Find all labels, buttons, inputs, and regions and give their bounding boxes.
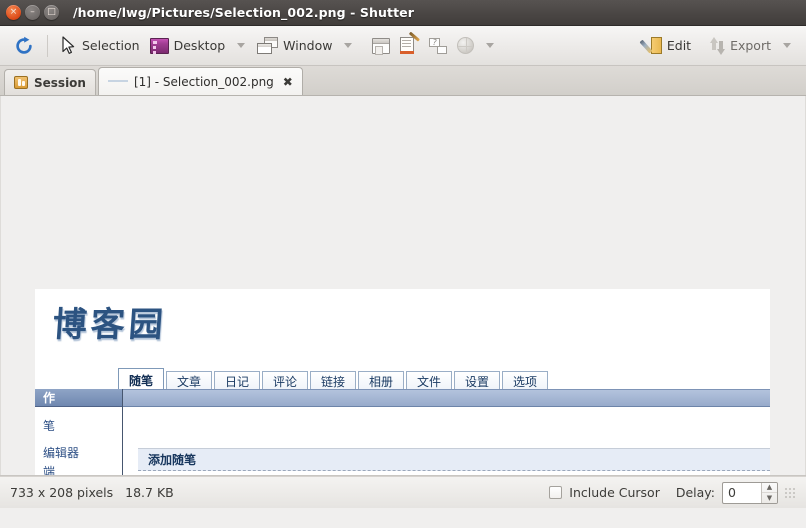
window-dropdown-arrow-icon[interactable] [344,43,353,48]
main-toolbar: Selection Desktop Window ? Edit Export [0,26,806,66]
site-tab-riji[interactable]: 日记 [214,371,260,391]
site-tab-lianjie[interactable]: 链接 [310,371,356,391]
desktop-capture-button[interactable]: Desktop [145,31,231,61]
tooltip-capture-button[interactable]: ? [424,31,452,61]
add-post-panel-title: 添加随笔 [138,449,770,471]
delay-value[interactable]: 0 [723,483,761,503]
tab-session[interactable]: Session [4,69,96,95]
selection-mode-label: Selection [82,38,140,53]
sidebar-item-duan[interactable]: 端 [35,463,122,475]
image-dimensions: 733 x 208 pixels [10,485,114,500]
tab-file-label: [1] - Selection_002.png [133,74,274,89]
image-thumbnail-icon [107,76,128,87]
delay-spinner[interactable]: 0 ▲ ▼ [722,481,778,504]
site-tab-wenzhang[interactable]: 文章 [166,371,212,391]
export-arrows-icon [709,36,726,55]
cursor-arrow-icon [60,36,77,55]
site-header-bar [35,389,770,407]
web-url-capture-button[interactable] [452,31,479,61]
cnblogs-logo: 博客园 [51,305,169,345]
window-controls: × – □ [0,5,59,20]
status-bar: 733 x 208 pixels 18.7 KB Include Cursor … [0,476,806,508]
delay-decrement-icon[interactable]: ▼ [762,493,777,503]
delay-label: Delay: [675,485,715,500]
resize-grip[interactable] [784,486,796,499]
refresh-button[interactable] [8,31,40,61]
include-cursor-checkbox[interactable] [549,486,563,499]
maximize-icon: □ [47,7,56,17]
web-capture-button[interactable] [367,31,395,61]
export-button[interactable]: Export [704,31,776,61]
tab-strip: Session [1] - Selection_002.png ✖ [0,66,806,96]
site-sidebar: 作 笔 编辑器 端 [35,389,123,475]
stacked-windows-icon [257,37,279,54]
desktop-monitor-icon [149,37,169,54]
desktop-dropdown-arrow-icon[interactable] [237,43,246,48]
globe-icon [457,37,475,54]
site-tab-shezhi[interactable]: 设置 [454,371,500,391]
image-canvas[interactable]: 博客园 随笔 文章 日记 评论 链接 相册 文件 设置 选项 作 笔 编辑器 端… [0,96,806,476]
site-tab-wenjian[interactable]: 文件 [406,371,452,391]
site-tab-pinglun[interactable]: 评论 [262,371,308,391]
site-tab-xiangce[interactable]: 相册 [358,371,404,391]
capture-options: Include Cursor Delay: 0 ▲ ▼ [549,481,796,504]
sidebar-header: 作 [35,389,122,407]
web-dropdown-arrow-icon[interactable] [486,43,495,48]
add-post-panel: 添加随笔 标题 [138,448,770,475]
menu-capture-button[interactable] [395,31,424,61]
include-cursor-label: Include Cursor [569,485,660,500]
window-capture-label: Window [283,38,333,53]
sidebar-item-bi[interactable]: 笔 [35,417,122,434]
delay-spinner-buttons: ▲ ▼ [761,482,777,503]
delay-increment-icon[interactable]: ▲ [762,483,777,493]
sidebar-item-bianjiqi[interactable]: 编辑器 [35,444,122,461]
pencil-edit-icon [639,36,662,55]
close-window-button[interactable]: × [6,5,21,20]
minimize-icon: – [30,7,35,17]
tooltip-balloon-icon: ? [429,37,448,54]
minimize-window-button[interactable]: – [25,5,40,20]
edit-note-icon [400,31,421,54]
tab-session-label: Session [34,75,86,90]
window-title: /home/lwg/Pictures/Selection_002.png - S… [73,5,415,20]
toolbar-separator-1 [47,34,48,57]
session-icon [14,76,28,89]
selection-mode-button[interactable]: Selection [55,31,145,61]
edit-label: Edit [666,38,692,53]
image-filesize: 18.7 KB [125,485,174,500]
edit-button[interactable]: Edit [637,31,696,61]
tab-selection-002[interactable]: [1] - Selection_002.png ✖ [97,67,303,95]
captured-screenshot-image[interactable]: 博客园 随笔 文章 日记 评论 链接 相册 文件 设置 选项 作 笔 编辑器 端… [35,289,770,475]
title-bar: × – □ /home/lwg/Pictures/Selection_002.p… [0,0,806,26]
export-dropdown-arrow-icon[interactable] [783,43,791,48]
site-tab-xuanxiang[interactable]: 选项 [502,371,548,391]
site-main-content: 添加随笔 标题 [124,408,770,475]
tab-close-icon[interactable]: ✖ [283,76,293,88]
desktop-capture-label: Desktop [173,38,226,53]
export-label: Export [730,38,771,53]
site-tab-suibi[interactable]: 随笔 [118,368,164,391]
browser-frame-icon [372,37,391,55]
refresh-icon [14,36,34,56]
site-nav-tabs: 随笔 文章 日记 评论 链接 相册 文件 设置 选项 [118,368,550,391]
close-icon: × [9,7,18,17]
window-capture-button[interactable]: Window [252,31,337,61]
maximize-window-button[interactable]: □ [44,5,59,20]
